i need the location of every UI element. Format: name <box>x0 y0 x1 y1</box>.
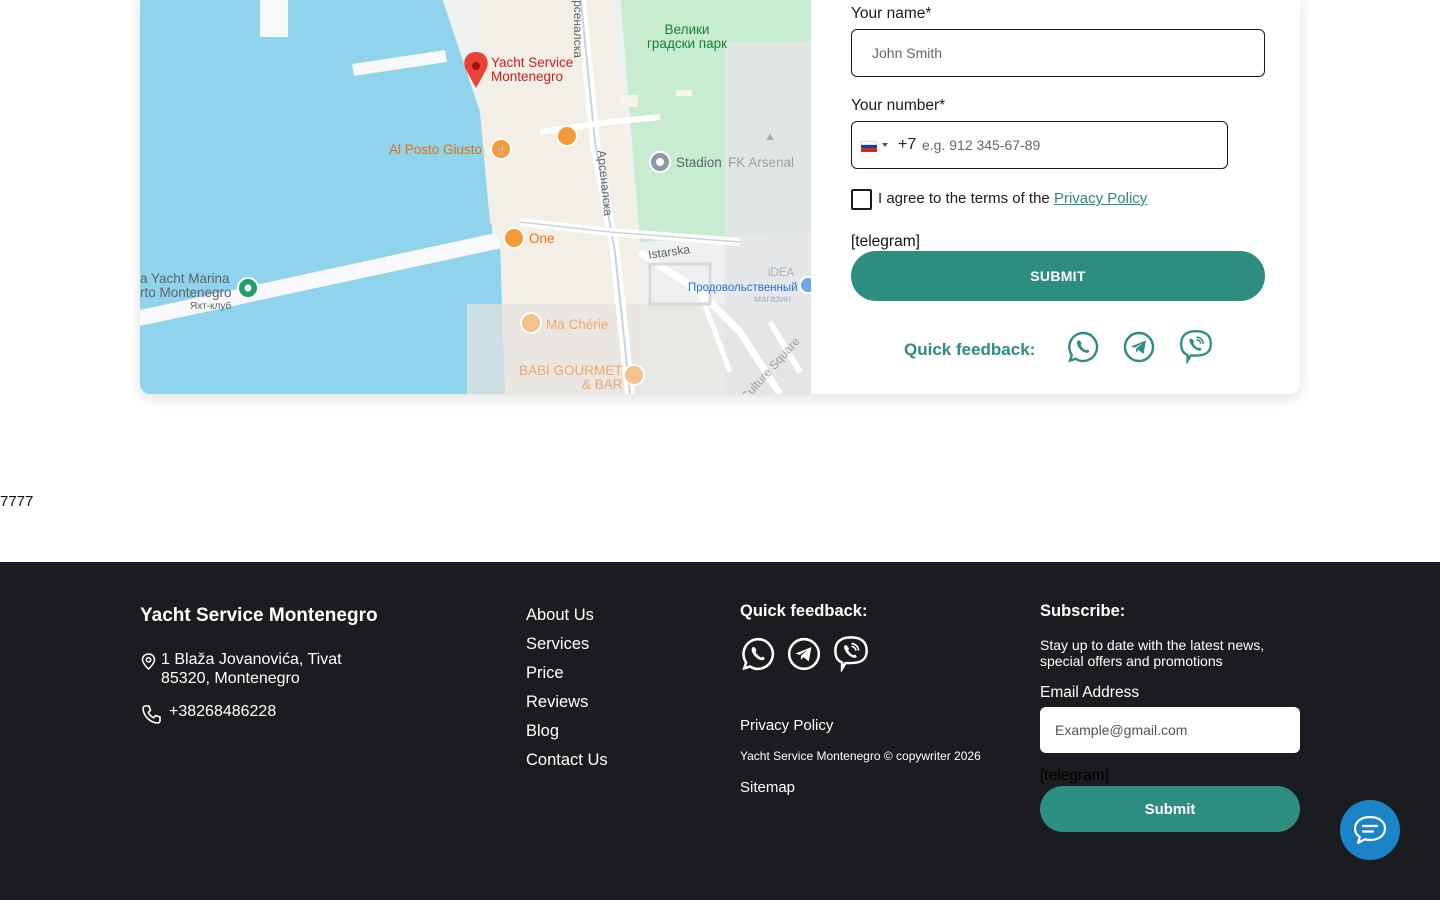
terms-checkbox[interactable] <box>851 189 872 210</box>
chevron-down-icon[interactable] <box>882 143 888 147</box>
stray-text: 7777 <box>0 493 34 510</box>
map-label-babi-gourmet: BABI GOURMET & BAR <box>519 363 623 392</box>
map-label-one: One <box>529 231 555 246</box>
dial-code: +7 <box>898 136 917 153</box>
map-label-arsenalska-top: Арсеналска <box>570 0 585 58</box>
phone-icon <box>142 705 161 724</box>
map-canvas: 🍴 <box>140 0 811 394</box>
footer-nav-blog[interactable]: Blog <box>526 717 608 746</box>
viber-icon[interactable] <box>1178 328 1214 364</box>
map-label-ma-cherie: Ma Chérie <box>546 317 609 332</box>
phone-field-wrapper: +7 <box>851 121 1228 169</box>
location-pin-icon <box>141 653 156 670</box>
map-label-marina: a Yacht Marina rto Montenegro Яхт-клуб <box>140 271 232 313</box>
footer-telegram-placeholder-text: [telegram] <box>1040 767 1109 784</box>
name-field-wrapper <box>851 29 1265 77</box>
footer-brand: Yacht Service Montenegro <box>140 605 378 626</box>
country-flag-icon[interactable] <box>861 141 877 152</box>
email-label: Email Address <box>1040 684 1140 701</box>
terms-text: I agree to the terms of the Privacy Poli… <box>878 190 1147 207</box>
footer-nav-contact-us[interactable]: Contact Us <box>526 746 608 775</box>
telegram-placeholder-text: [telegram] <box>851 233 920 250</box>
chat-bubble-icon <box>1353 815 1387 845</box>
whatsapp-icon[interactable] <box>740 636 776 672</box>
quick-feedback-label: Quick feedback: <box>904 340 1036 359</box>
whatsapp-icon[interactable] <box>1066 330 1100 364</box>
footer-phone-link[interactable]: +38268486228 <box>169 703 276 721</box>
footer-quick-feedback-title: Quick feedback: <box>740 602 868 620</box>
viber-icon[interactable] <box>832 634 870 672</box>
chat-button[interactable] <box>1340 800 1400 860</box>
map-label-yacht-service: Yacht Service Montenegro <box>491 55 574 84</box>
footer-sitemap-link[interactable]: Sitemap <box>740 779 795 796</box>
submit-button[interactable]: SUBMIT <box>851 251 1265 301</box>
terms-label: I agree to the terms of the <box>878 190 1054 207</box>
footer-subscribe-text: Stay up to date with the latest news, sp… <box>1040 637 1265 669</box>
map-label-veliki-park: Велики градски парк <box>647 22 727 51</box>
footer-nav-about-us[interactable]: About Us <box>526 601 608 630</box>
footer-nav-services[interactable]: Services <box>526 630 608 659</box>
name-input[interactable] <box>852 30 1264 76</box>
name-label: Your name* <box>851 5 932 22</box>
footer-privacy-policy-link[interactable]: Privacy Policy <box>740 717 833 734</box>
svg-text:🍴: 🍴 <box>495 144 506 156</box>
footer-nav: About Us Services Price Reviews Blog Con… <box>526 601 608 775</box>
number-label: Your number* <box>851 97 946 114</box>
address-line-1: 1 Blaža Jovanovića, Tivat <box>161 651 342 668</box>
map-label-stadion: Stadion <box>676 155 722 170</box>
map-label-idea-magazin: магазин <box>754 294 792 305</box>
map-label-idea: iDEA <box>768 267 795 279</box>
email-field-wrapper <box>1040 707 1300 753</box>
footer-nav-price[interactable]: Price <box>526 659 608 688</box>
footer-copyright: Yacht Service Montenegro © copywriter 20… <box>740 749 981 763</box>
location-map[interactable]: 🍴 Yacht Service Montenegro Велики градск… <box>140 0 811 394</box>
subscribe-submit-button[interactable]: Submit <box>1040 786 1300 832</box>
privacy-policy-link[interactable]: Privacy Policy <box>1054 190 1147 207</box>
footer-subscribe-title: Subscribe: <box>1040 602 1126 620</box>
email-input[interactable] <box>1040 707 1300 753</box>
telegram-icon[interactable] <box>786 636 822 672</box>
contact-card: 🍴 Yacht Service Montenegro Велики градск… <box>140 0 1300 394</box>
footer-nav-reviews[interactable]: Reviews <box>526 688 608 717</box>
map-label-fk-arsenal: FK Arsenal <box>728 155 795 170</box>
footer-address: 1 Blaža Jovanovića, Tivat 85320, Montene… <box>161 650 342 688</box>
site-footer: Yacht Service Montenegro 1 Blaža Jovanov… <box>0 562 1440 900</box>
map-label-al-posto-giusto: Al Posto Giusto <box>389 142 483 157</box>
address-line-2: 85320, Montenegro <box>161 670 300 687</box>
telegram-icon[interactable] <box>1122 330 1156 364</box>
